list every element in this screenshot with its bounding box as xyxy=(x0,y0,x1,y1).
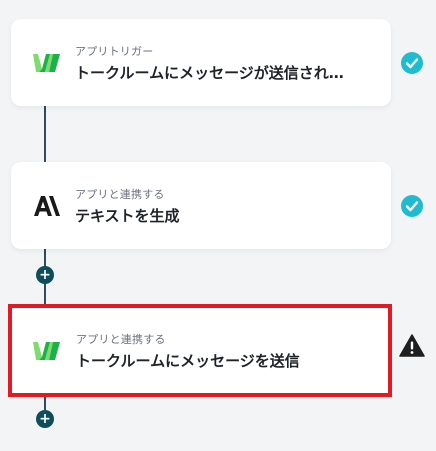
step-subtitle: アプリと連携する xyxy=(75,188,165,201)
add-step-button[interactable]: + xyxy=(36,266,54,284)
step-title: トークルームにメッセージを送信 xyxy=(76,352,300,370)
check-icon xyxy=(400,194,424,218)
flow-connector xyxy=(44,397,46,410)
add-step-button[interactable]: + xyxy=(36,410,54,428)
flow-step-card-generate-text[interactable]: アプリと連携する テキストを生成 xyxy=(11,162,391,249)
check-icon xyxy=(400,51,424,75)
anthropic-logo-icon xyxy=(33,194,61,218)
step-subtitle: アプリと連携する xyxy=(76,333,166,346)
w-logo-icon xyxy=(33,339,61,363)
warning-icon xyxy=(399,334,425,358)
flow-step-card-send-message[interactable]: アプリと連携する トークルームにメッセージを送信 xyxy=(8,304,392,397)
step-subtitle: アプリトリガー xyxy=(75,45,154,58)
w-logo-icon xyxy=(33,51,61,75)
flow-connector xyxy=(44,106,46,162)
step-title: テキストを生成 xyxy=(75,207,180,225)
step-title: トークルームにメッセージが送信され… xyxy=(75,64,344,82)
flow-step-card-trigger[interactable]: アプリトリガー トークルームにメッセージが送信され… xyxy=(11,19,391,106)
